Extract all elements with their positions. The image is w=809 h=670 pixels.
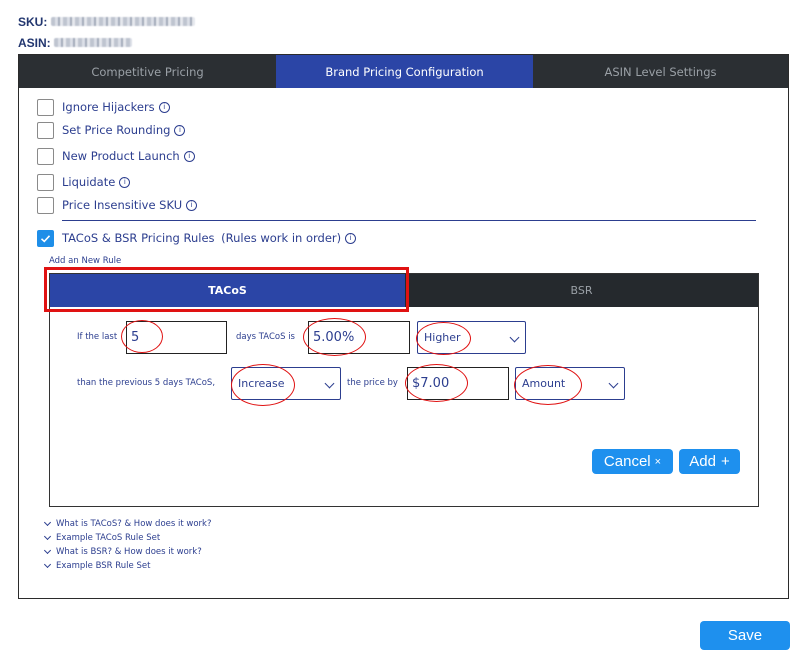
tab-bsr[interactable]: BSR	[405, 274, 758, 307]
chevron-down-icon	[43, 560, 52, 569]
tab-brand-pricing-configuration[interactable]: Brand Pricing Configuration	[276, 55, 533, 88]
price-insensitive-sku-option: Price Insensitive SKU i	[62, 198, 198, 212]
amount-type-annotation	[514, 365, 582, 405]
help-link-what-is-tacos[interactable]: What is TACoS? & How does it work?	[43, 518, 212, 529]
option-label: Price Insensitive SKU	[62, 198, 183, 212]
rules-order-note: (Rules work in order)	[221, 231, 342, 245]
add-button[interactable]: Add +	[679, 449, 740, 474]
tab-asin-level-settings[interactable]: ASIN Level Settings	[533, 55, 788, 88]
info-icon[interactable]: i	[158, 102, 170, 113]
comparison-annotation	[416, 322, 471, 355]
option-label: Ignore Hijackers	[62, 100, 155, 114]
add-label: Add	[689, 453, 716, 470]
than-previous-label: than the previous 5 days TACoS,	[77, 378, 216, 388]
cancel-button[interactable]: Cancel ×	[592, 449, 673, 474]
info-icon[interactable]: i	[186, 200, 198, 211]
if-last-label: If the last	[77, 332, 118, 342]
new-product-launch-checkbox[interactable]	[37, 148, 54, 165]
ignore-hijackers-checkbox[interactable]	[37, 99, 54, 116]
chevron-down-icon	[509, 332, 520, 343]
chevron-down-icon	[43, 518, 52, 527]
price-insensitive-sku-checkbox[interactable]	[37, 197, 54, 214]
set-price-rounding-option: Set Price Rounding i	[62, 123, 186, 137]
chevron-down-icon	[43, 546, 52, 555]
info-icon[interactable]: i	[174, 125, 186, 136]
asin-value-redacted	[54, 38, 132, 47]
info-icon[interactable]: i	[183, 151, 195, 162]
asin-label: ASIN:	[18, 36, 51, 50]
days-input-annotation	[121, 320, 163, 353]
info-icon[interactable]: i	[119, 177, 131, 188]
liquidate-checkbox[interactable]	[37, 174, 54, 191]
help-link-example-bsr[interactable]: Example BSR Rule Set	[43, 560, 151, 571]
new-product-launch-option: New Product Launch i	[62, 149, 195, 163]
tab-competitive-pricing[interactable]: Competitive Pricing	[19, 55, 276, 88]
divider	[62, 220, 756, 221]
help-link-label: What is BSR? & How does it work?	[56, 547, 202, 557]
sku-label: SKU:	[18, 15, 48, 29]
save-label: Save	[727, 627, 763, 644]
amount-input-annotation	[405, 364, 468, 402]
liquidate-option: Liquidate i	[62, 175, 131, 189]
tacos-bsr-label: TACoS & BSR Pricing Rules	[62, 231, 215, 245]
config-tabs: Competitive Pricing Brand Pricing Config…	[19, 55, 788, 88]
option-label: New Product Launch	[62, 149, 180, 163]
close-icon: ×	[654, 455, 662, 468]
tacos-input-annotation	[303, 318, 366, 356]
plus-icon: +	[720, 453, 730, 470]
help-link-what-is-bsr[interactable]: What is BSR? & How does it work?	[43, 546, 202, 557]
add-new-rule-label: Add an New Rule	[49, 256, 122, 266]
help-link-example-tacos[interactable]: Example TACoS Rule Set	[43, 532, 161, 543]
save-button[interactable]: Save	[700, 621, 790, 650]
action-annotation	[231, 364, 295, 406]
price-by-label: the price by	[347, 378, 398, 388]
info-icon[interactable]: i	[345, 233, 357, 244]
chevron-down-icon	[324, 378, 335, 389]
sku-value-redacted	[51, 17, 195, 26]
days-tacos-is-label: days TACoS is	[236, 332, 295, 342]
option-label: Liquidate	[62, 175, 116, 189]
chevron-down-icon	[608, 378, 619, 389]
ignore-hijackers-option: Ignore Hijackers i	[62, 100, 170, 114]
cancel-label: Cancel	[603, 453, 651, 470]
set-price-rounding-checkbox[interactable]	[37, 122, 54, 139]
option-label: Set Price Rounding	[62, 123, 171, 137]
chevron-down-icon	[43, 532, 52, 541]
check-icon	[40, 234, 50, 243]
help-link-label: Example BSR Rule Set	[56, 561, 151, 571]
help-link-label: What is TACoS? & How does it work?	[56, 519, 212, 529]
tacos-tab-highlight	[44, 267, 409, 312]
help-link-label: Example TACoS Rule Set	[56, 533, 161, 543]
tacos-bsr-option: TACoS & BSR Pricing Rules (Rules work in…	[62, 231, 357, 245]
tacos-bsr-checkbox[interactable]	[37, 230, 54, 247]
